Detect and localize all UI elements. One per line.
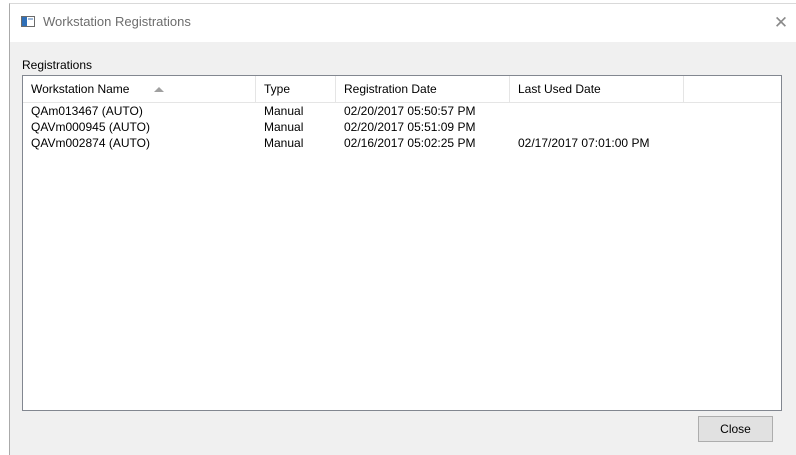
column-header-last-used-date[interactable]: Last Used Date <box>510 76 684 102</box>
cell-type: Manual <box>264 120 304 134</box>
cell-registration-date: 02/20/2017 05:51:09 PM <box>344 120 476 134</box>
column-header-registration-date[interactable]: Registration Date <box>336 76 510 102</box>
column-header-workstation-name[interactable]: Workstation Name <box>23 76 256 102</box>
close-button[interactable]: Close <box>698 416 773 442</box>
column-header-label: Workstation Name <box>31 82 130 96</box>
cell-last-used-date: 02/17/2017 07:01:00 PM <box>518 136 650 150</box>
cell-registration-date: 02/16/2017 05:02:25 PM <box>344 136 476 150</box>
table-row[interactable]: QAVm002874 (AUTO) Manual 02/16/2017 05:0… <box>23 135 781 151</box>
close-window-icon[interactable]: ✕ <box>766 4 796 42</box>
cell-type: Manual <box>264 136 304 150</box>
list-body: QAm013467 (AUTO) Manual 02/20/2017 05:50… <box>23 103 781 151</box>
cell-registration-date: 02/20/2017 05:50:57 PM <box>344 104 476 118</box>
column-header-label: Registration Date <box>344 82 437 96</box>
table-row[interactable]: QAVm000945 (AUTO) Manual 02/20/2017 05:5… <box>23 119 781 135</box>
column-header-label: Type <box>264 82 291 96</box>
cell-last-used-date <box>510 103 518 119</box>
title-bar: Workstation Registrations ✕ <box>10 4 796 42</box>
cell-last-used-date <box>510 119 518 135</box>
sort-ascending-icon <box>154 87 164 92</box>
cell-workstation-name: QAm013467 (AUTO) <box>31 104 143 118</box>
cell-workstation-name: QAVm000945 (AUTO) <box>31 120 150 134</box>
table-row[interactable]: QAm013467 (AUTO) Manual 02/20/2017 05:50… <box>23 103 781 119</box>
column-header-type[interactable]: Type <box>256 76 336 102</box>
cell-workstation-name: QAVm002874 (AUTO) <box>31 136 150 150</box>
registrations-dialog: Workstation Registrations ✕ Registration… <box>9 3 796 455</box>
cell-type: Manual <box>264 104 304 118</box>
column-header-label: Last Used Date <box>518 82 601 96</box>
list-header: Workstation Name Type Registration Date … <box>23 76 781 103</box>
registrations-list[interactable]: Workstation Name Type Registration Date … <box>22 75 782 411</box>
window-title: Workstation Registrations <box>43 14 191 29</box>
registrations-group-label: Registrations <box>22 58 93 72</box>
window-app-icon <box>21 16 35 27</box>
